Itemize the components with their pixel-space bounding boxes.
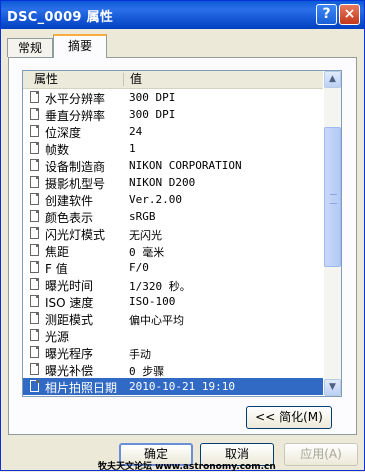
list-item[interactable]: 帧数 1 <box>23 140 323 157</box>
list-item[interactable]: F 值 F/0 <box>23 259 323 276</box>
document-icon <box>30 346 39 358</box>
document-icon <box>30 176 39 188</box>
list-item[interactable]: 颜色表示 sRGB <box>23 208 323 225</box>
property-value: 2010-10-21 19:10 <box>129 380 235 393</box>
list-item[interactable]: 测距模式 偏中心平均 <box>23 310 323 327</box>
property-name: 设备制造商 <box>45 160 106 174</box>
document-icon <box>30 329 39 341</box>
property-name: 曝光时间 <box>45 279 94 293</box>
property-value: 手动 <box>129 348 151 361</box>
document-icon <box>30 91 39 103</box>
property-name: 垂直分辨率 <box>45 109 106 123</box>
window-title: DSC_0009 属性 <box>7 10 114 25</box>
list-rows: 水平分辨率 300 DPI 垂直分辨率 300 DPI 位深度 24 帧数 1 设备制造商 NIK… <box>23 89 323 395</box>
scroll-thumb[interactable] <box>324 127 341 267</box>
document-icon <box>30 380 39 392</box>
document-icon <box>30 142 39 154</box>
scroll-up-button[interactable]: ▲ <box>324 71 341 88</box>
list-item[interactable]: 焦距 0 毫米 <box>23 242 323 259</box>
document-icon <box>30 227 39 239</box>
column-divider[interactable] <box>123 73 124 86</box>
list-item[interactable]: 创建软件 Ver.2.00 <box>23 191 323 208</box>
list-item[interactable]: 位深度 24 <box>23 123 323 140</box>
document-icon <box>30 244 39 256</box>
property-name: 帧数 <box>45 143 70 157</box>
list-item[interactable]: 光源 <box>23 327 323 344</box>
property-name: 测距模式 <box>45 313 94 327</box>
help-button[interactable]: ? <box>316 4 337 25</box>
property-value: 无闪光 <box>129 229 162 242</box>
document-icon <box>30 295 39 307</box>
document-icon <box>30 363 39 375</box>
property-name: 曝光程序 <box>45 347 94 361</box>
property-value: 300 DPI <box>129 91 176 104</box>
property-value: ISO-100 <box>129 295 176 308</box>
property-value: 1 <box>129 142 136 155</box>
property-value: 0 毫米 <box>129 246 165 259</box>
list-item[interactable]: 闪光灯模式 无闪光 <box>23 225 323 242</box>
property-value: 0 步骤 <box>129 365 165 378</box>
grip-icon <box>330 194 337 204</box>
property-value: Ver.2.00 <box>129 193 182 206</box>
property-value: NIKON CORPORATION <box>129 159 242 172</box>
property-name: 闪光灯模式 <box>45 228 106 242</box>
column-header-property[interactable]: 属性 <box>34 71 124 88</box>
vertical-scrollbar[interactable]: ▲ ▼ <box>324 71 341 396</box>
document-icon <box>30 125 39 137</box>
property-value: 偏中心平均 <box>129 314 184 327</box>
property-list[interactable]: 属性 值 水平分辨率 300 DPI 垂直分辨率 300 DPI 位深度 24 帧数 1 设备制… <box>22 70 342 397</box>
property-name: 颜色表示 <box>45 211 94 225</box>
apply-button: 应用(A) <box>284 443 358 466</box>
document-icon <box>30 278 39 290</box>
property-name: 相片拍照日期 <box>45 381 118 395</box>
list-item[interactable]: 垂直分辨率 300 DPI <box>23 106 323 123</box>
property-name: 水平分辨率 <box>45 92 106 106</box>
properties-dialog: DSC_0009 属性 ? × 常规 摘要 属性 值 水平分辨率 300 DPI 垂… <box>0 0 365 472</box>
property-value: sRGB <box>129 210 156 223</box>
property-value: F/0 <box>129 261 149 274</box>
property-name: 光源 <box>45 330 70 344</box>
list-item[interactable]: 设备制造商 NIKON CORPORATION <box>23 157 323 174</box>
scroll-down-button[interactable]: ▼ <box>324 379 341 396</box>
close-button[interactable]: × <box>339 4 360 25</box>
list-header: 属性 值 <box>23 71 323 89</box>
list-item[interactable]: 曝光时间 1/320 秒。 <box>23 276 323 293</box>
property-name: 位深度 <box>45 126 82 140</box>
list-item[interactable]: ISO 速度 ISO-100 <box>23 293 323 310</box>
property-value: NIKON D200 <box>129 176 196 189</box>
list-item[interactable]: 摄影机型号 NIKON D200 <box>23 174 323 191</box>
list-item[interactable]: 曝光补偿 0 步骤 <box>23 361 323 378</box>
document-icon <box>30 159 39 171</box>
document-icon <box>30 108 39 120</box>
document-icon <box>30 261 39 273</box>
simplify-button[interactable]: << 简化(M) <box>246 406 332 429</box>
property-name: 曝光补偿 <box>45 364 94 378</box>
document-icon <box>30 193 39 205</box>
property-value: 300 DPI <box>129 108 176 121</box>
property-name: F 值 <box>45 262 68 276</box>
tab-summary[interactable]: 摘要 <box>53 34 107 58</box>
document-icon <box>30 312 39 324</box>
property-value: 1/320 秒。 <box>129 280 191 293</box>
list-item[interactable]: 相片拍照日期 2010-10-21 19:10 <box>23 378 323 395</box>
tab-general[interactable]: 常规 <box>7 38 53 57</box>
list-item[interactable]: 曝光程序 手动 <box>23 344 323 361</box>
property-name: ISO 速度 <box>45 296 94 310</box>
list-item[interactable]: 水平分辨率 300 DPI <box>23 89 323 106</box>
watermark-text: 牧夫天文论坛 www.astronomy.com.cn <box>98 462 276 472</box>
document-icon <box>30 210 39 222</box>
property-name: 焦距 <box>45 245 70 259</box>
property-value: 24 <box>129 125 143 138</box>
property-name: 摄影机型号 <box>45 177 106 191</box>
title-bar[interactable]: DSC_0009 属性 ? × <box>1 1 364 29</box>
column-header-value[interactable]: 值 <box>130 71 142 88</box>
property-name: 创建软件 <box>45 194 94 208</box>
